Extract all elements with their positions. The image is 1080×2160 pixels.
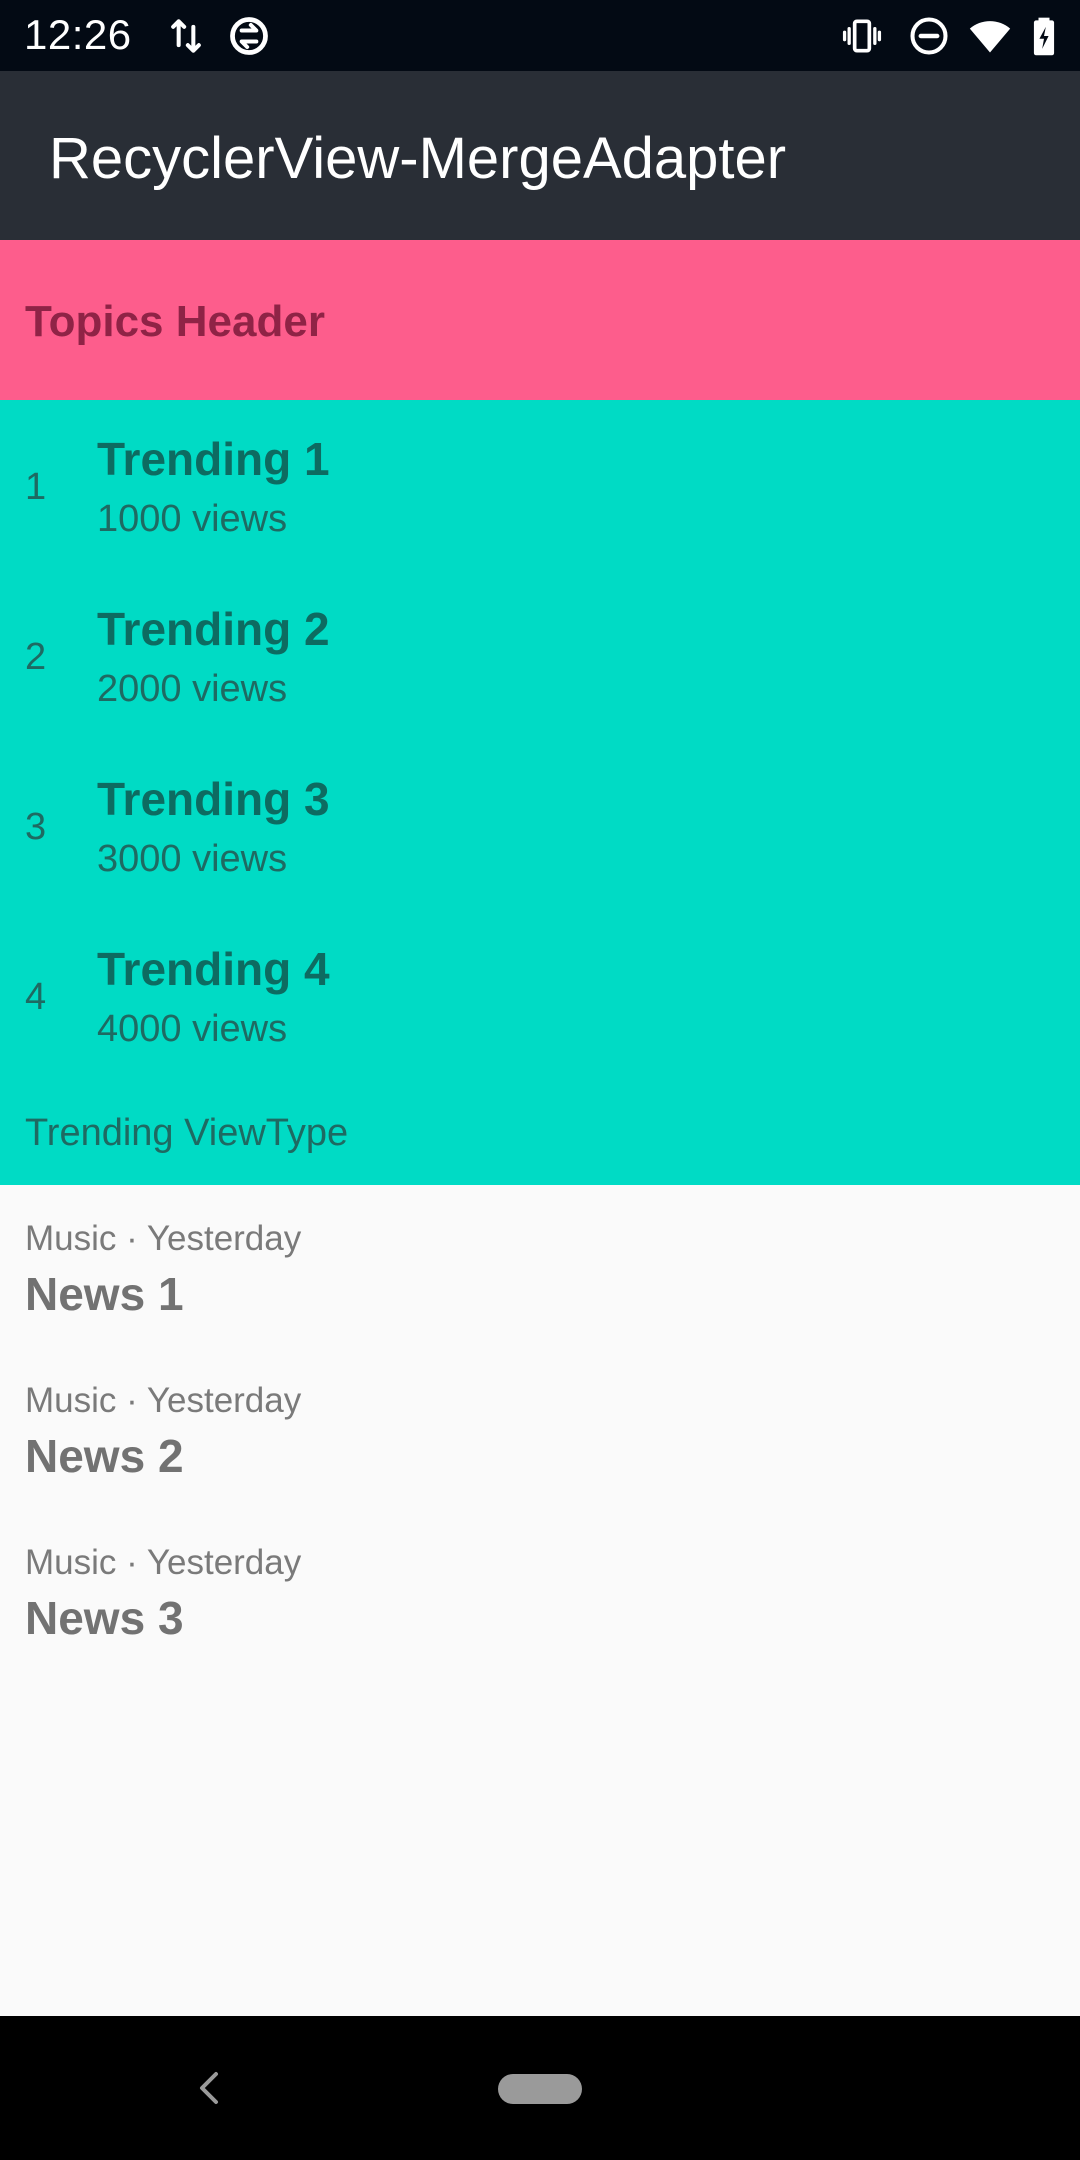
- trending-rank: 2: [25, 636, 47, 678]
- trending-item[interactable]: 3 Trending 3 3000 views: [0, 740, 1080, 910]
- trending-item[interactable]: 1 Trending 1 1000 views: [0, 400, 1080, 570]
- trending-title: Trending 1: [97, 433, 330, 485]
- news-meta: Music · Yesterday: [25, 1381, 302, 1420]
- app-bar: RecyclerView-MergeAdapter: [0, 71, 1080, 240]
- trending-title: Trending 2: [97, 603, 330, 655]
- trending-item[interactable]: 2 Trending 2 2000 views: [0, 570, 1080, 740]
- topics-header-title: Topics Header: [25, 297, 325, 346]
- trending-title: Trending 4: [97, 943, 330, 995]
- news-meta: Music · Yesterday: [25, 1219, 302, 1258]
- trending-views: 4000 views: [97, 1008, 288, 1050]
- back-icon[interactable]: [186, 2062, 230, 2114]
- news-item[interactable]: Music · Yesterday News 2: [0, 1367, 1080, 1529]
- trending-views: 1000 views: [97, 498, 288, 540]
- trending-item[interactable]: 4 Trending 4 4000 views: [0, 910, 1080, 1080]
- status-bar: 12:26: [0, 0, 1080, 71]
- news-title: News 3: [25, 1592, 184, 1644]
- wifi-icon: [966, 12, 1014, 60]
- home-pill-icon[interactable]: [498, 2074, 582, 2104]
- trending-rank: 1: [25, 466, 47, 508]
- news-item[interactable]: Music · Yesterday News 1: [0, 1205, 1080, 1367]
- news-title: News 1: [25, 1268, 184, 1320]
- battery-icon: [1020, 12, 1068, 60]
- trending-viewtype-label: Trending ViewType: [25, 1112, 349, 1154]
- trending-views: 2000 views: [97, 668, 288, 710]
- topics-header: Topics Header: [0, 240, 1080, 400]
- trending-section: 1 Trending 1 1000 views 2 Trending 2 200…: [0, 400, 1080, 1185]
- do-not-disturb-icon: [905, 12, 953, 60]
- sync-icon: [225, 12, 273, 60]
- vibrate-icon: [838, 12, 886, 60]
- trending-title: Trending 3: [97, 773, 330, 825]
- data-transfer-icon: [162, 12, 210, 60]
- trending-rank: 3: [25, 806, 47, 848]
- trending-views: 3000 views: [97, 838, 288, 880]
- status-time: 12:26: [24, 11, 132, 58]
- news-meta: Music · Yesterday: [25, 1543, 302, 1582]
- news-title: News 2: [25, 1430, 184, 1482]
- trending-rank: 4: [25, 976, 47, 1018]
- news-item[interactable]: Music · Yesterday News 3: [0, 1529, 1080, 1691]
- app-title: RecyclerView-MergeAdapter: [49, 126, 787, 191]
